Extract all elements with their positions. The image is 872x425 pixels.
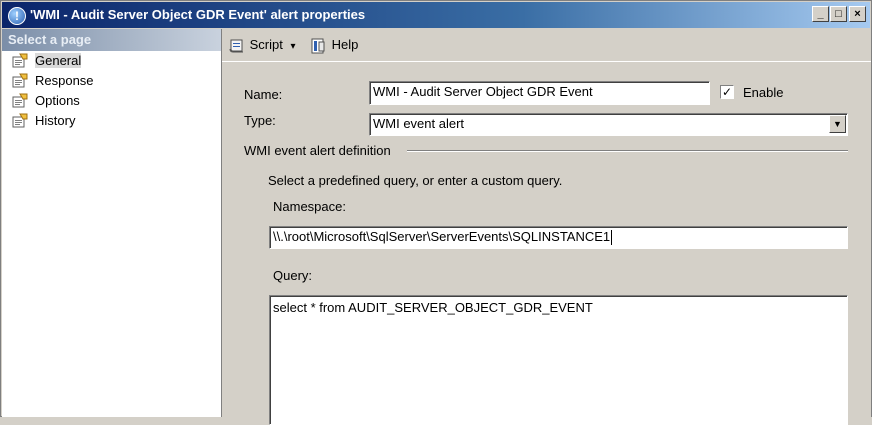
alert-icon: ! [8,7,26,25]
type-select-value: WMI event alert [373,116,465,131]
sidebar-item-options[interactable]: Options [2,91,221,111]
text-cursor [611,230,613,246]
toolbar: Script ▾ Help [222,29,871,62]
group-divider [407,150,848,152]
type-label: Type: [244,113,276,128]
namespace-value: \\.\root\Microsoft\SqlServer\ServerEvent… [273,229,611,244]
minimize-button[interactable]: _ [812,6,829,22]
help-button[interactable]: Help [310,36,358,54]
general-page-content: Name: WMI - Audit Server Object GDR Even… [222,63,871,425]
page-icon [12,93,28,108]
query-label: Query: [273,268,313,283]
help-icon [311,38,325,54]
type-select[interactable]: WMI event alert ▼ [369,113,848,136]
namespace-input[interactable]: \\.\root\Microsoft\SqlServer\ServerEvent… [269,226,848,249]
maximize-button[interactable]: □ [830,6,847,22]
sidebar-item-label: Response [35,73,94,88]
window-title: 'WMI - Audit Server Object GDR Event' al… [30,7,366,22]
type-dropdown-arrow-icon[interactable]: ▼ [829,115,846,133]
name-label: Name: [244,87,283,102]
enable-label: Enable [743,85,784,100]
page-icon [12,53,28,68]
namespace-label: Namespace: [273,199,346,214]
page-selector-header: Select a page [2,29,221,51]
instruction-text: Select a predefined query, or enter a cu… [268,173,563,188]
sidebar-item-label: History [35,113,76,128]
sidebar-item-response[interactable]: Response [2,71,221,91]
script-icon [229,39,243,53]
script-dropdown-arrow-icon[interactable]: ▾ [290,41,295,52]
sidebar-item-history[interactable]: History [2,111,221,131]
enable-checkbox[interactable]: ✓ [720,85,734,99]
sidebar-item-label: Options [35,93,80,108]
sidebar-item-label: General [35,53,82,68]
script-button[interactable]: Script ▾ [228,36,296,54]
page-icon [12,73,28,88]
group-title: WMI event alert definition [244,143,391,158]
query-value: select * from AUDIT_SERVER_OBJECT_GDR_EV… [273,300,593,315]
close-button[interactable]: × [849,6,866,22]
page-selector-panel: Select a page General Response Options H… [2,29,222,417]
script-label: Script [249,37,283,52]
help-label: Help [331,37,359,52]
sidebar-item-general[interactable]: General [2,51,221,71]
title-bar[interactable]: ! 'WMI - Audit Server Object GDR Event' … [2,2,870,28]
page-icon [12,113,28,128]
name-input[interactable]: WMI - Audit Server Object GDR Event [369,81,710,105]
query-textarea[interactable]: select * from AUDIT_SERVER_OBJECT_GDR_EV… [269,295,848,425]
alert-properties-window: ! 'WMI - Audit Server Object GDR Event' … [0,0,872,425]
